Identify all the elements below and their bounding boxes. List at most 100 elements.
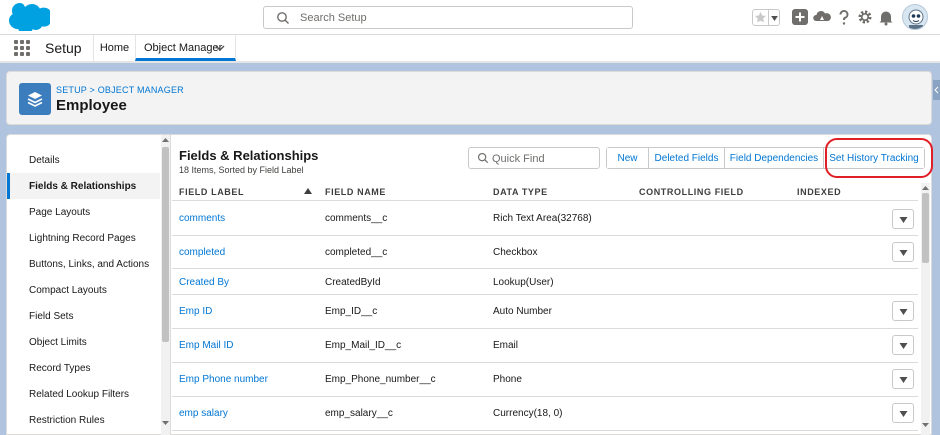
- field-label-link[interactable]: Emp ID: [179, 306, 212, 317]
- sidebar-item-lightning-record-pages[interactable]: Lightning Record Pages: [7, 225, 160, 251]
- user-avatar-icon: [908, 9, 924, 29]
- table-row: Emp Phone number Emp_Phone_number__c Pho…: [172, 363, 918, 397]
- data-type: Phone: [493, 374, 522, 385]
- app-nav-bar: Setup Home Object Manager: [0, 35, 940, 61]
- table-scrollbar-thumb[interactable]: [922, 193, 929, 263]
- deleted-fields-button[interactable]: Deleted Fields: [649, 148, 725, 168]
- chevron-down-icon: [899, 250, 908, 256]
- gear-icon[interactable]: [856, 8, 874, 26]
- chevron-down-icon: [771, 16, 778, 21]
- row-actions-button[interactable]: [892, 369, 914, 389]
- data-type: Currency(18, 0): [493, 408, 563, 419]
- sidebar-item-details[interactable]: Details: [7, 147, 160, 173]
- data-type: Checkbox: [493, 247, 538, 258]
- row-actions-button[interactable]: [892, 209, 914, 229]
- field-name: emp_salary__c: [325, 408, 393, 419]
- table-row: completed completed__c Checkbox: [172, 236, 918, 269]
- quick-find-input[interactable]: Quick Find: [468, 147, 600, 169]
- col-data-type[interactable]: DATA TYPE: [493, 187, 548, 197]
- table-row: Emp ID Emp_ID__c Auto Number: [172, 295, 918, 329]
- tab-home[interactable]: Home: [93, 35, 135, 61]
- salesforce-cloud-logo[interactable]: [8, 3, 50, 31]
- tab-object-manager[interactable]: Object Manager: [135, 35, 236, 61]
- col-field-name[interactable]: FIELD NAME: [325, 187, 386, 197]
- chevron-down-icon[interactable]: [215, 44, 225, 52]
- new-button[interactable]: New: [607, 148, 649, 168]
- table-header: FIELD LABEL FIELD NAME DATA TYPE CONTROL…: [172, 183, 918, 201]
- row-actions-button[interactable]: [892, 301, 914, 321]
- scroll-up-icon[interactable]: [922, 185, 929, 191]
- row-actions-button[interactable]: [892, 335, 914, 355]
- scroll-up-icon[interactable]: [162, 137, 169, 144]
- row-actions-button[interactable]: [892, 242, 914, 262]
- table-row: Emp Mail ID Emp_Mail_ID__c Email: [172, 329, 918, 363]
- favorites-star-icon: [755, 11, 766, 23]
- field-dependencies-button[interactable]: Field Dependencies: [725, 148, 824, 168]
- sidebar-item-record-types[interactable]: Record Types: [7, 355, 160, 381]
- add-icon[interactable]: [791, 8, 809, 26]
- favorites-star-button[interactable]: [752, 9, 780, 26]
- data-type: Lookup(User): [493, 277, 554, 288]
- chevron-down-icon: [899, 411, 908, 417]
- fields-content: Fields & Relationships 18 Items, Sorted …: [172, 135, 933, 435]
- section-subtitle: 18 Items, Sorted by Field Label: [179, 165, 304, 175]
- help-icon[interactable]: [835, 8, 853, 26]
- sidebar-item-field-sets[interactable]: Field Sets: [7, 303, 160, 329]
- field-label-link[interactable]: Emp Mail ID: [179, 340, 233, 351]
- sidebar-item-compact-layouts[interactable]: Compact Layouts: [7, 277, 160, 303]
- row-actions-button[interactable]: [892, 403, 914, 423]
- data-type: Email: [493, 340, 519, 351]
- field-label-link[interactable]: comments: [179, 213, 225, 224]
- app-launcher-icon[interactable]: [14, 40, 30, 56]
- side-panel-toggle-icon[interactable]: [933, 80, 940, 100]
- field-name: comments__c: [325, 213, 388, 224]
- sort-ascending-icon[interactable]: [304, 188, 312, 194]
- app-name: Setup: [45, 40, 82, 56]
- chevron-down-icon: [899, 343, 908, 349]
- sidebar-scrollbar-thumb[interactable]: [162, 147, 169, 342]
- search-placeholder: Search Setup: [300, 12, 367, 24]
- field-name: completed__c: [325, 247, 388, 258]
- section-title: Fields & Relationships: [179, 148, 319, 163]
- global-header: Search Setup: [0, 0, 940, 35]
- col-field-label[interactable]: FIELD LABEL: [179, 187, 244, 197]
- tab-object-manager-label: Object Manager: [144, 42, 223, 54]
- sidebar-item-buttons-links-actions[interactable]: Buttons, Links, and Actions: [7, 251, 160, 277]
- object-header: SETUP > OBJECT MANAGER Employee: [6, 71, 932, 125]
- sidebar-item-page-layouts[interactable]: Page Layouts: [7, 199, 160, 225]
- setup-search-input[interactable]: Search Setup: [263, 6, 633, 29]
- trailhead-icon[interactable]: [813, 8, 831, 26]
- search-icon: [477, 152, 489, 164]
- avatar[interactable]: [902, 4, 928, 30]
- search-icon: [277, 12, 289, 24]
- data-type: Rich Text Area(32768): [493, 213, 592, 224]
- field-name: Emp_Phone_number__c: [325, 374, 436, 385]
- field-name: Emp_Mail_ID__c: [325, 340, 402, 351]
- table-row: Created By CreatedById Lookup(User): [172, 269, 918, 295]
- field-name: CreatedById: [325, 277, 381, 288]
- scroll-down-icon[interactable]: [922, 422, 929, 428]
- field-label-link[interactable]: emp salary: [179, 408, 228, 419]
- field-label-link[interactable]: Created By: [179, 277, 229, 288]
- sidebar-item-fields-relationships[interactable]: Fields & Relationships: [7, 173, 160, 199]
- bell-icon[interactable]: [877, 8, 895, 26]
- header-utility-icons: [740, 0, 940, 35]
- sidebar-item-related-lookup-filters[interactable]: Related Lookup Filters: [7, 381, 160, 407]
- object-manager-panel: Details Fields & Relationships Page Layo…: [6, 134, 933, 435]
- col-controlling-field[interactable]: CONTROLLING FIELD: [639, 187, 744, 197]
- field-name: Emp_ID__c: [325, 306, 378, 317]
- chevron-down-icon: [899, 217, 908, 223]
- quick-find-placeholder: Quick Find: [492, 153, 545, 165]
- scroll-down-icon[interactable]: [162, 419, 169, 426]
- highlight-annotation: [825, 138, 933, 178]
- chevron-down-icon: [899, 377, 908, 383]
- layers-icon: [27, 92, 43, 107]
- breadcrumb[interactable]: SETUP > OBJECT MANAGER: [56, 85, 184, 95]
- sidebar-item-restriction-rules[interactable]: Restriction Rules: [7, 407, 160, 433]
- chevron-down-icon: [899, 309, 908, 315]
- col-indexed[interactable]: INDEXED: [797, 187, 841, 197]
- sidebar-item-object-limits[interactable]: Object Limits: [7, 329, 160, 355]
- object-sidebar: Details Fields & Relationships Page Layo…: [7, 135, 171, 435]
- field-label-link[interactable]: completed: [179, 247, 225, 258]
- field-label-link[interactable]: Emp Phone number: [179, 374, 268, 385]
